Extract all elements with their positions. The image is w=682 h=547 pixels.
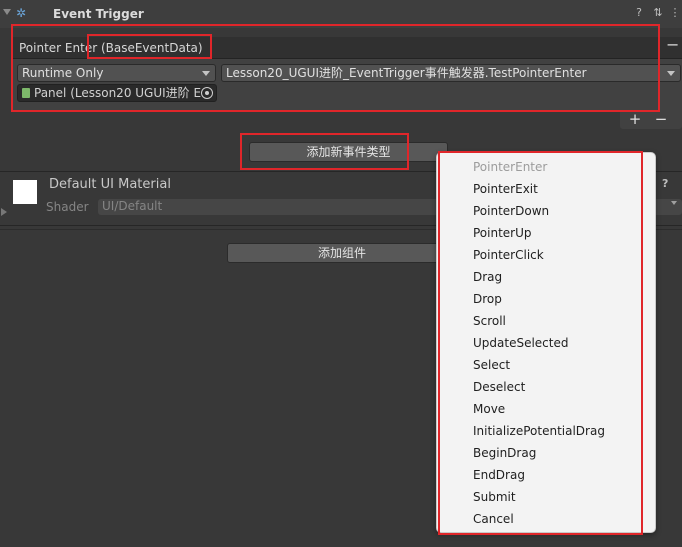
kebab-menu-icon[interactable]: ⋮ — [668, 6, 682, 20]
add-entry-button[interactable]: + — [624, 110, 646, 128]
highlight-event-menu — [438, 151, 643, 535]
chevron-down-icon — [671, 201, 677, 205]
foldout-arrow-icon[interactable] — [3, 9, 11, 15]
material-name: Default UI Material — [49, 177, 171, 192]
event-trigger-icon: ✲ — [16, 6, 27, 20]
remove-entry-button[interactable]: − — [650, 110, 672, 128]
shader-label: Shader — [46, 200, 89, 214]
highlight-add-event-button — [240, 133, 409, 170]
shader-value: UI/Default — [102, 199, 163, 213]
help-icon[interactable]: ? — [632, 6, 646, 20]
add-component-button[interactable]: 添加组件 — [227, 243, 457, 263]
component-enabled-checkbox[interactable] — [35, 6, 47, 18]
component-title: Event Trigger — [53, 7, 144, 21]
help-icon[interactable]: ? — [662, 177, 668, 190]
highlight-event-data — [87, 34, 212, 59]
chevron-down-icon — [667, 71, 675, 76]
expand-arrow-icon[interactable] — [1, 208, 7, 216]
sliders-icon[interactable]: ⇅ — [651, 6, 665, 20]
remove-event-button[interactable]: − — [666, 36, 679, 54]
material-thumbnail — [13, 180, 37, 204]
